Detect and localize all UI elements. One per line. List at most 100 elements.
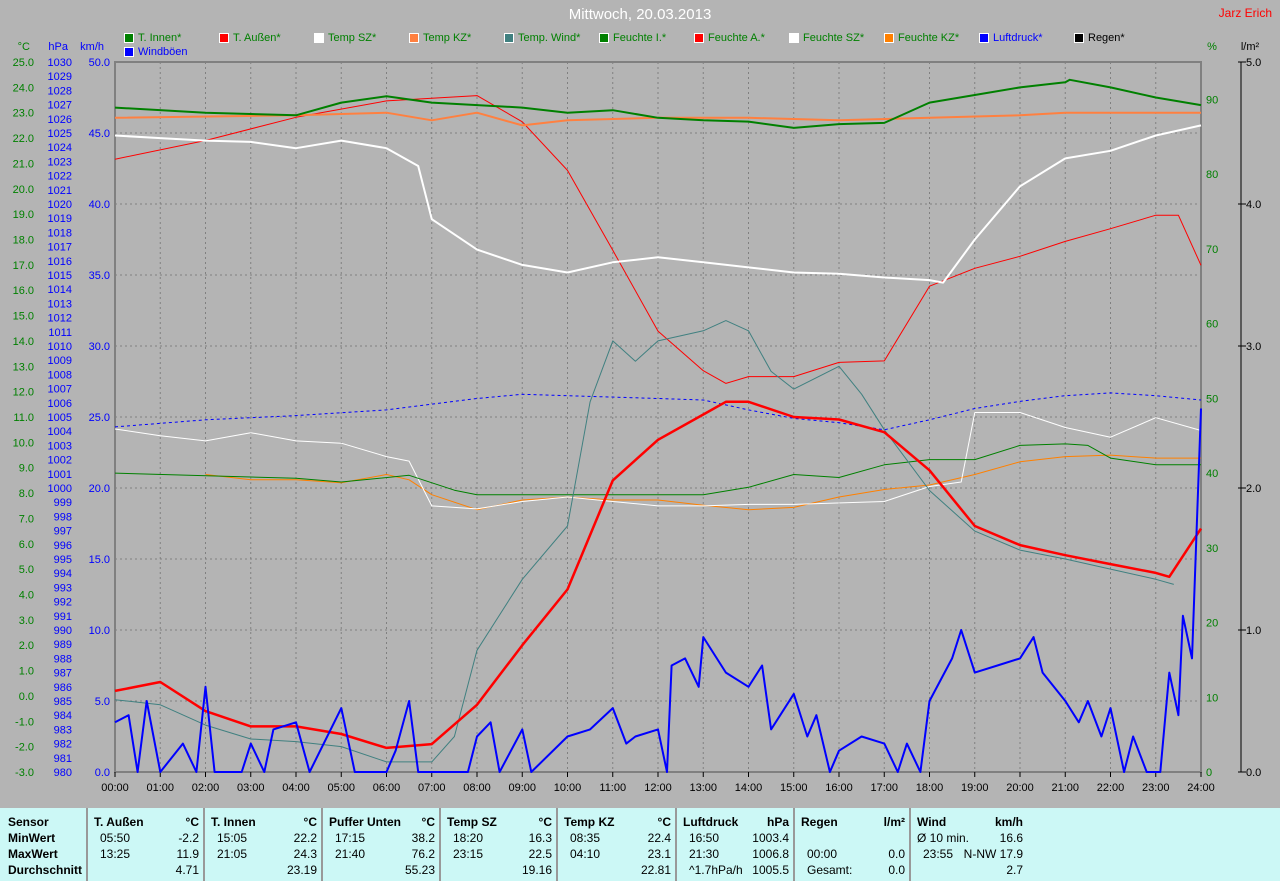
column-unit: l/m²: [883, 815, 905, 829]
percent-tick-label: 0: [1206, 767, 1212, 779]
x-tick-label: 06:00: [373, 782, 401, 794]
stat-time: 15:05: [217, 831, 248, 845]
column-header: Luftdruck: [683, 815, 739, 829]
stat-value: 1003.4: [752, 831, 789, 845]
hpa-tick-label: 1005: [48, 412, 72, 424]
kmh-tick-label: 15.0: [89, 554, 110, 566]
column-header: Puffer Unten: [329, 815, 401, 829]
celsius-tick-label: 25.0: [13, 57, 34, 69]
row-label: MinWert: [8, 831, 56, 845]
lm2-tick-label: 3.0: [1246, 341, 1261, 353]
kmh-tick-label: 5.0: [95, 696, 110, 708]
hpa-tick-label: 1014: [48, 284, 72, 296]
hpa-tick-label: 1002: [48, 455, 72, 467]
hpa-tick-label: 988: [54, 653, 72, 665]
row-label: MaxWert: [8, 847, 58, 861]
column-unit: °C: [185, 815, 199, 829]
hpa-tick-label: 1024: [48, 142, 72, 154]
column-divider: [439, 808, 441, 881]
stat-value: 22.81: [640, 863, 671, 877]
hpa-tick-label: 1004: [48, 426, 72, 438]
column-header: Temp SZ: [447, 815, 497, 829]
hpa-tick-label: 1010: [48, 341, 72, 353]
hpa-tick-label: 997: [54, 526, 72, 538]
hpa-tick-label: 999: [54, 497, 72, 509]
x-tick-label: 04:00: [282, 782, 310, 794]
celsius-tick-label: 24.0: [13, 82, 34, 94]
x-tick-label: 07:00: [418, 782, 446, 794]
percent-tick-label: 30: [1206, 543, 1218, 555]
stat-value: 24.3: [293, 847, 317, 861]
hpa-tick-label: 1028: [48, 85, 72, 97]
column-unit: °C: [303, 815, 317, 829]
hpa-tick-label: 1030: [48, 57, 72, 69]
hpa-tick-label: 1007: [48, 384, 72, 396]
celsius-tick-label: 19.0: [13, 209, 34, 221]
x-tick-label: 19:00: [961, 782, 989, 794]
celsius-tick-label: 14.0: [13, 336, 34, 348]
celsius-tick-label: -2.0: [15, 742, 34, 754]
kmh-tick-label: 0.0: [95, 767, 110, 779]
hpa-tick-label: 1027: [48, 100, 72, 112]
hpa-tick-label: 1020: [48, 199, 72, 211]
column-unit: °C: [421, 815, 435, 829]
hpa-tick-label: 1026: [48, 114, 72, 126]
celsius-tick-label: 12.0: [13, 387, 34, 399]
hpa-tick-label: 989: [54, 639, 72, 651]
chart: 00:00 01:00 02:00 03:00 04:00 05:00 06:00 07:00…: [13, 41, 1262, 794]
celsius-tick-label: -3.0: [15, 767, 34, 779]
x-tick-label: 08:00: [463, 782, 491, 794]
celsius-tick-label: 18.0: [13, 235, 34, 247]
percent-tick-label: 80: [1206, 169, 1218, 181]
hpa-tick-label: 982: [54, 739, 72, 751]
stat-value: 23.1: [647, 847, 671, 861]
kmh-tick-label: 45.0: [89, 128, 110, 140]
axis-label-celsius: °C: [18, 41, 30, 53]
x-tick-label: 20:00: [1006, 782, 1034, 794]
hpa-tick-label: 996: [54, 540, 72, 552]
celsius-tick-label: 1.0: [19, 666, 34, 678]
stats-table: Sensor MinWert MaxWert Durchschnitt T. Außen…: [0, 808, 1280, 881]
hpa-tick-label: 1006: [48, 398, 72, 410]
row-label: Durchschnitt: [8, 863, 83, 877]
kmh-tick-label: 50.0: [89, 57, 110, 69]
kmh-tick-label: 30.0: [89, 341, 110, 353]
axis-label-kmh: km/h: [80, 41, 104, 53]
celsius-tick-label: -1.0: [15, 716, 34, 728]
hpa-tick-label: 1019: [48, 213, 72, 225]
stat-value: 0.0: [888, 863, 905, 877]
hpa-tick-label: 1016: [48, 256, 72, 268]
hpa-tick-label: 1018: [48, 227, 72, 239]
hpa-tick-label: 991: [54, 611, 72, 623]
celsius-tick-label: 3.0: [19, 615, 34, 627]
percent-tick-label: 60: [1206, 319, 1218, 331]
x-tick-label: 14:00: [735, 782, 763, 794]
lm2-tick-label: 5.0: [1246, 57, 1261, 69]
x-tick-label: 05:00: [327, 782, 355, 794]
lm2-tick-label: 0.0: [1246, 767, 1261, 779]
stat-time: 21:05: [217, 847, 248, 861]
x-tick-label: 03:00: [237, 782, 265, 794]
stat-time: 16:50: [689, 831, 720, 845]
stat-value: 16.6: [999, 831, 1023, 845]
stat-time: 23:15: [453, 847, 484, 861]
column-header: T. Innen: [211, 815, 256, 829]
hpa-tick-label: 1017: [48, 242, 72, 254]
stat-value: 76.2: [411, 847, 435, 861]
column-divider: [793, 808, 795, 881]
hpa-tick-label: 995: [54, 554, 72, 566]
stat-time: 08:35: [570, 831, 601, 845]
celsius-tick-label: 4.0: [19, 590, 34, 602]
hpa-tick-label: 980: [54, 767, 72, 779]
kmh-tick-label: 10.0: [89, 625, 110, 637]
celsius-tick-label: 5.0: [19, 564, 34, 576]
stat-value: 16.3: [528, 831, 552, 845]
x-tick-label: 00:00: [101, 782, 129, 794]
stat-time: 05:50: [100, 831, 131, 845]
percent-tick-label: 20: [1206, 618, 1218, 630]
x-tick-label: 23:00: [1142, 782, 1170, 794]
x-tick-label: 21:00: [1051, 782, 1079, 794]
row-label: Sensor: [8, 815, 49, 829]
x-tick-label: 22:00: [1097, 782, 1125, 794]
column-header: T. Außen: [94, 815, 144, 829]
